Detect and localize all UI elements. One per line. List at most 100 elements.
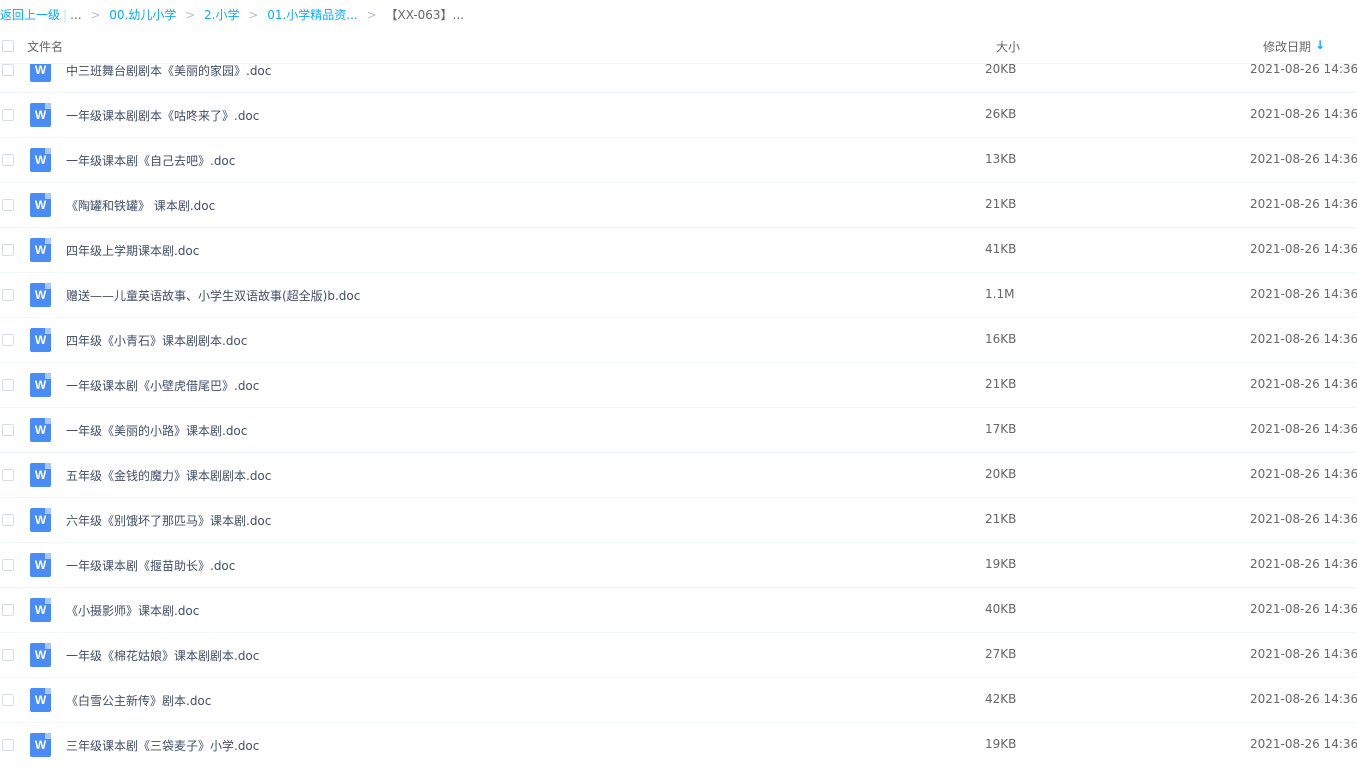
- file-checkbox[interactable]: [2, 244, 14, 256]
- file-row[interactable]: W 《小摄影师》课本剧.doc 40KB 2021-08-26 14:36: [0, 588, 1357, 633]
- file-name-link[interactable]: 五年级《金钱的魔力》课本剧剧本.doc: [66, 467, 271, 484]
- file-size: 20KB: [985, 467, 1017, 481]
- file-size: 20KB: [985, 62, 1017, 76]
- file-row[interactable]: W 一年级课本剧《自己去吧》.doc 13KB 2021-08-26 14:36: [0, 138, 1357, 183]
- word-doc-icon-letter: W: [34, 153, 47, 167]
- file-row[interactable]: W 五年级《金钱的魔力》课本剧剧本.doc 20KB 2021-08-26 14:36: [0, 453, 1357, 498]
- file-row[interactable]: W 一年级课本剧剧本《咕咚来了》.doc 26KB 2021-08-26 14:36: [0, 93, 1357, 138]
- file-row[interactable]: W 《陶罐和铁罐》 课本剧.doc 21KB 2021-08-26 14:36: [0, 183, 1357, 228]
- file-name-link[interactable]: 一年级课本剧《自己去吧》.doc: [66, 152, 235, 169]
- breadcrumb-item-primary[interactable]: 2.小学: [204, 8, 239, 22]
- word-doc-icon: W: [30, 418, 51, 442]
- word-doc-icon: W: [30, 283, 51, 307]
- file-modified-date: 2021-08-26 14:36: [1250, 287, 1357, 301]
- file-modified-date: 2021-08-26 14:36: [1250, 62, 1357, 76]
- file-row[interactable]: W 一年级《棉花姑娘》课本剧剧本.doc 27KB 2021-08-26 14:36: [0, 633, 1357, 678]
- file-name-link[interactable]: 《白雪公主新传》剧本.doc: [66, 692, 211, 709]
- file-checkbox[interactable]: [2, 604, 14, 616]
- word-doc-icon: W: [30, 328, 51, 352]
- file-name-link[interactable]: 三年级课本剧《三袋麦子》小学.doc: [66, 737, 259, 754]
- file-modified-date: 2021-08-26 14:36: [1250, 422, 1357, 436]
- file-row[interactable]: W 四年级上学期课本剧.doc 41KB 2021-08-26 14:36: [0, 228, 1357, 273]
- file-checkbox[interactable]: [2, 199, 14, 211]
- file-modified-date: 2021-08-26 14:36: [1250, 377, 1357, 391]
- word-doc-icon-letter: W: [34, 603, 47, 617]
- file-size: 21KB: [985, 377, 1017, 391]
- word-doc-icon: W: [30, 688, 51, 712]
- file-row[interactable]: W 三年级课本剧《三袋麦子》小学.doc 19KB 2021-08-26 14:36: [0, 723, 1357, 767]
- file-row[interactable]: W 一年级《美丽的小路》课本剧.doc 17KB 2021-08-26 14:36: [0, 408, 1357, 453]
- word-doc-icon: W: [30, 463, 51, 487]
- file-row[interactable]: W 一年级课本剧《揠苗助长》.doc 19KB 2021-08-26 14:36: [0, 543, 1357, 588]
- file-row[interactable]: W 《白雪公主新传》剧本.doc 42KB 2021-08-26 14:36: [0, 678, 1357, 723]
- file-checkbox[interactable]: [2, 559, 14, 571]
- file-modified-date: 2021-08-26 14:36: [1250, 152, 1357, 166]
- file-name-link[interactable]: 《陶罐和铁罐》 课本剧.doc: [66, 197, 215, 214]
- file-modified-date: 2021-08-26 14:36: [1250, 692, 1357, 706]
- word-doc-icon-letter: W: [34, 423, 47, 437]
- file-checkbox[interactable]: [2, 64, 14, 76]
- word-doc-icon-letter: W: [34, 693, 47, 707]
- file-checkbox[interactable]: [2, 694, 14, 706]
- file-checkbox[interactable]: [2, 514, 14, 526]
- word-doc-icon: W: [30, 103, 51, 127]
- column-header-date[interactable]: 修改日期: [1263, 38, 1311, 55]
- breadcrumb-ellipsis[interactable]: ...: [70, 8, 81, 22]
- word-doc-icon-letter: W: [34, 468, 47, 482]
- file-list: W 中三班舞台剧剧本《美丽的家园》.doc 20KB 2021-08-26 14:36…: [0, 62, 1357, 767]
- word-doc-icon: W: [30, 373, 51, 397]
- back-link[interactable]: 返回上一级: [0, 8, 60, 22]
- file-row[interactable]: W 六年级《别饿坏了那匹马》课本剧.doc 21KB 2021-08-26 14:36: [0, 498, 1357, 543]
- file-checkbox[interactable]: [2, 424, 14, 436]
- word-doc-icon-letter: W: [34, 198, 47, 212]
- word-doc-icon-letter: W: [34, 288, 47, 302]
- breadcrumb-divider: |: [63, 8, 68, 22]
- file-modified-date: 2021-08-26 14:36: [1250, 737, 1357, 751]
- file-size: 19KB: [985, 557, 1017, 571]
- file-checkbox[interactable]: [2, 154, 14, 166]
- file-size: 21KB: [985, 197, 1017, 211]
- breadcrumb-separator-icon: >: [366, 8, 377, 22]
- word-doc-icon: W: [30, 598, 51, 622]
- file-name-link[interactable]: 六年级《别饿坏了那匹马》课本剧.doc: [66, 512, 271, 529]
- column-header-size[interactable]: 大小: [996, 38, 1020, 55]
- file-checkbox[interactable]: [2, 649, 14, 661]
- select-all-checkbox[interactable]: [2, 40, 14, 52]
- file-checkbox[interactable]: [2, 109, 14, 121]
- file-name-link[interactable]: 四年级上学期课本剧.doc: [66, 242, 199, 259]
- breadcrumb-separator-icon: >: [248, 8, 259, 22]
- breadcrumb-item-resources[interactable]: 01.小学精品资...: [267, 8, 358, 22]
- file-checkbox[interactable]: [2, 334, 14, 346]
- word-doc-icon-letter: W: [34, 378, 47, 392]
- word-doc-icon: W: [30, 643, 51, 667]
- file-checkbox[interactable]: [2, 469, 14, 481]
- file-row[interactable]: W 一年级课本剧《小壁虎借尾巴》.doc 21KB 2021-08-26 14:36: [0, 363, 1357, 408]
- file-name-link[interactable]: 《小摄影师》课本剧.doc: [66, 602, 199, 619]
- file-name-link[interactable]: 一年级课本剧剧本《咕咚来了》.doc: [66, 107, 259, 124]
- breadcrumb-separator-icon: >: [90, 8, 101, 22]
- file-row[interactable]: W 赠送——儿童英语故事、小学生双语故事(超全版)b.doc 1.1M 2021-08…: [0, 273, 1357, 318]
- word-doc-icon-letter: W: [34, 333, 47, 347]
- file-name-link[interactable]: 一年级课本剧《揠苗助长》.doc: [66, 557, 235, 574]
- file-row[interactable]: W 四年级《小青石》课本剧剧本.doc 16KB 2021-08-26 14:36: [0, 318, 1357, 363]
- breadcrumb-item-preschool[interactable]: 00.幼儿小学: [109, 8, 176, 22]
- word-doc-icon: W: [30, 193, 51, 217]
- file-size: 41KB: [985, 242, 1017, 256]
- file-name-link[interactable]: 一年级《棉花姑娘》课本剧剧本.doc: [66, 647, 259, 664]
- file-name-link[interactable]: 四年级《小青石》课本剧剧本.doc: [66, 332, 247, 349]
- breadcrumb-current: 【XX-063】...: [385, 8, 464, 22]
- file-name-link[interactable]: 中三班舞台剧剧本《美丽的家园》.doc: [66, 64, 271, 79]
- file-name-link[interactable]: 一年级课本剧《小壁虎借尾巴》.doc: [66, 377, 259, 394]
- column-header-name[interactable]: 文件名: [27, 38, 63, 55]
- file-checkbox[interactable]: [2, 739, 14, 751]
- file-name-link[interactable]: 一年级《美丽的小路》课本剧.doc: [66, 422, 247, 439]
- file-checkbox[interactable]: [2, 379, 14, 391]
- file-checkbox[interactable]: [2, 289, 14, 301]
- breadcrumb-separator-icon: >: [185, 8, 196, 22]
- file-modified-date: 2021-08-26 14:36: [1250, 242, 1357, 256]
- file-name-link[interactable]: 赠送——儿童英语故事、小学生双语故事(超全版)b.doc: [66, 287, 360, 304]
- file-size: 26KB: [985, 107, 1017, 121]
- sort-down-arrow-icon[interactable]: ↓: [1315, 38, 1325, 52]
- word-doc-icon-letter: W: [34, 648, 47, 662]
- word-doc-icon: W: [30, 553, 51, 577]
